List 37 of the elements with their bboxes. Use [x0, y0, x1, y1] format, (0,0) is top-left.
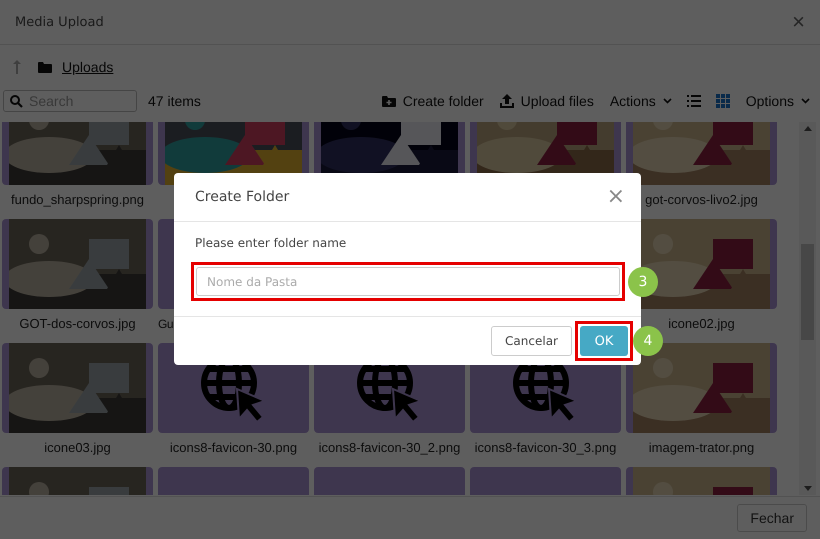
field-label: Please enter folder name	[194, 236, 348, 250]
dialog-title: Create Folder	[195, 189, 290, 205]
folder-plus-icon	[382, 96, 396, 106]
search-icon	[10, 95, 23, 108]
caret-icon	[662, 98, 672, 104]
upload-files-button[interactable]: Upload files	[484, 93, 594, 109]
close-button[interactable]: Fechar	[737, 504, 807, 532]
scrollbar[interactable]	[799, 122, 816, 495]
file-name: GOT-dos-corvos.jpg	[19, 316, 136, 332]
ok-button[interactable]: OK	[580, 326, 628, 356]
scroll-down-icon[interactable]	[804, 486, 812, 491]
file-name: icons8-favicon-30_3.png	[474, 440, 616, 456]
folder-icon	[38, 62, 52, 72]
scroll-up-icon[interactable]	[804, 126, 812, 131]
file-name: imagem-trator.png	[648, 440, 754, 456]
create-folder-button[interactable]: Create folder	[366, 93, 484, 109]
options-dropdown[interactable]: Options	[730, 93, 810, 109]
step-badge: 3	[628, 266, 658, 296]
upload-icon	[500, 94, 514, 108]
folder-name-field[interactable]: Nome da Pasta	[196, 267, 620, 296]
file-name: got-corvos-livo2.jpg	[645, 192, 758, 208]
breadcrumb-link[interactable]: Uploads	[62, 59, 114, 75]
close-button[interactable]: ×	[606, 186, 625, 208]
item-count: 47 items	[148, 93, 201, 109]
window-title: Media Upload	[15, 14, 105, 30]
actions-dropdown[interactable]: Actions	[594, 93, 672, 109]
file-name: fundo_sharpspring.png	[11, 192, 144, 208]
file-name: icone02.jpg	[668, 316, 735, 332]
up-arrow-icon[interactable]	[12, 59, 22, 75]
file-name: Gu	[158, 316, 174, 332]
cancel-button[interactable]: Cancelar	[491, 326, 572, 356]
caret-icon	[801, 98, 810, 104]
file-name: icone03.jpg	[44, 440, 111, 456]
file-name: icons8-favicon-30.png	[170, 440, 298, 456]
step-badge: 4	[633, 326, 663, 356]
file-name: icons8-favicon-30_2.png	[318, 440, 460, 456]
close-button[interactable]: ×	[792, 11, 805, 33]
